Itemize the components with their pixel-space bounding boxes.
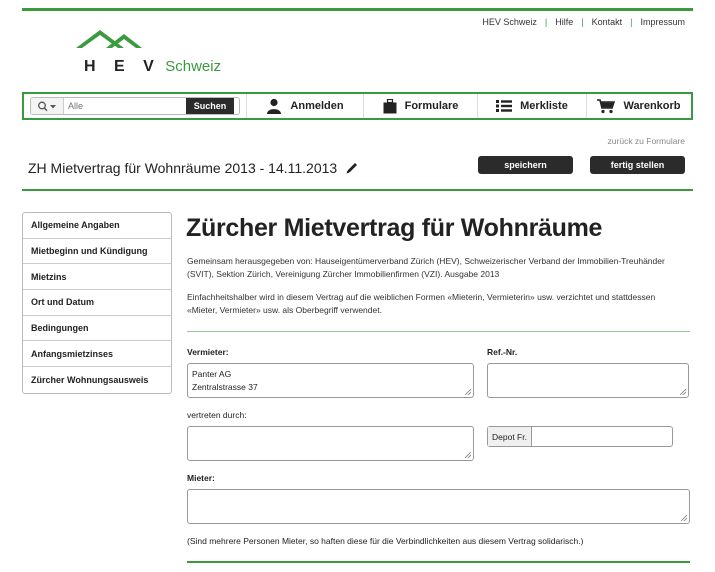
save-button[interactable]: speichern bbox=[478, 156, 573, 174]
document-title: ZH Mietvertrag für Wohnräume 2013 - 14.1… bbox=[28, 160, 359, 176]
briefcase-icon bbox=[383, 98, 397, 113]
finish-button[interactable]: fertig stellen bbox=[590, 156, 685, 174]
hev-logo[interactable]: H E V Schweiz bbox=[84, 58, 221, 76]
document-title-text: ZH Mietvertrag für Wohnräume 2013 - 14.1… bbox=[28, 160, 338, 176]
sidebar-item-mietbeginn[interactable]: Mietbeginn und Kündigung bbox=[23, 239, 171, 265]
search-button[interactable]: Suchen bbox=[186, 98, 234, 114]
nav-merkliste-label: Merkliste bbox=[520, 100, 568, 112]
chevron-down-icon bbox=[50, 104, 56, 108]
footer-separator bbox=[187, 561, 690, 563]
main-navbar: Suchen Anmelden Formulare Merkliste Ware… bbox=[22, 92, 693, 120]
back-to-forms-link[interactable]: zurück zu Formulare bbox=[608, 136, 685, 146]
search-scope-dropdown[interactable] bbox=[31, 98, 64, 114]
vertreten-label: vertreten durch: bbox=[187, 410, 247, 420]
nav-anmelden[interactable]: Anmelden bbox=[246, 94, 363, 118]
vertreten-field[interactable] bbox=[187, 426, 474, 461]
sidebar-item-allgemeine-angaben[interactable]: Allgemeine Angaben bbox=[23, 213, 171, 239]
intro-gender-note: Einfachheitshalber wird in diesem Vertra… bbox=[187, 292, 656, 315]
page-title: Zürcher Mietvertrag für Wohnräume bbox=[186, 214, 603, 242]
sidebar-item-anfangsmietzinses[interactable]: Anfangsmietzinses bbox=[23, 341, 171, 368]
link-hilfe[interactable]: Hilfe bbox=[555, 17, 573, 27]
solidarity-note: (Sind mehrere Personen Mieter, so haften… bbox=[187, 536, 584, 546]
list-icon bbox=[496, 100, 513, 112]
depot-field[interactable]: Depot Fr. bbox=[487, 426, 673, 447]
refnr-label: Ref.-Nr. bbox=[487, 347, 518, 357]
cart-icon bbox=[597, 98, 616, 113]
nav-warenkorb-label: Warenkorb bbox=[623, 100, 681, 112]
vermieter-field[interactable]: Panter AG Zentralstrasse 37 bbox=[187, 363, 474, 398]
sidebar-item-wohnungsausweis[interactable]: Zürcher Wohnungsausweis bbox=[23, 367, 171, 393]
sidebar-item-ort-datum[interactable]: Ort und Datum bbox=[23, 290, 171, 316]
nav-formulare-label: Formulare bbox=[404, 100, 459, 112]
mieter-label: Mieter: bbox=[187, 473, 215, 483]
link-hev-schweiz[interactable]: HEV Schweiz bbox=[482, 17, 537, 27]
nav-anmelden-label: Anmelden bbox=[290, 100, 344, 112]
logo-schweiz-text: Schweiz bbox=[165, 58, 222, 75]
sidebar-item-mietzins[interactable]: Mietzins bbox=[23, 264, 171, 291]
vermieter-line-2: Zentralstrasse 37 bbox=[192, 382, 258, 392]
vermieter-line-1: Panter AG bbox=[192, 369, 232, 379]
depot-prefix: Depot Fr. bbox=[488, 427, 532, 446]
header-separator bbox=[22, 189, 693, 191]
intro-publishers: Gemeinsam herausgegeben von: Hauseigentü… bbox=[187, 256, 665, 279]
link-kontakt[interactable]: Kontakt bbox=[592, 17, 623, 27]
nav-warenkorb[interactable]: Warenkorb bbox=[586, 94, 691, 118]
nav-merkliste[interactable]: Merkliste bbox=[477, 94, 586, 118]
header-top-line bbox=[22, 8, 693, 11]
search-input[interactable] bbox=[64, 100, 186, 112]
section-sidebar: Allgemeine Angaben Mietbeginn und Kündig… bbox=[22, 212, 172, 394]
logo-hev-text: H E V bbox=[84, 58, 161, 75]
search-icon bbox=[38, 101, 56, 111]
refnr-field[interactable] bbox=[487, 363, 689, 398]
mieter-field[interactable] bbox=[187, 489, 690, 524]
link-impressum[interactable]: Impressum bbox=[640, 17, 685, 27]
user-icon bbox=[267, 98, 282, 114]
search-box: Suchen bbox=[30, 97, 240, 115]
vermieter-label: Vermieter: bbox=[187, 347, 229, 357]
nav-formulare[interactable]: Formulare bbox=[363, 94, 477, 118]
pencil-icon[interactable] bbox=[345, 161, 359, 175]
header-links: HEV Schweiz | Hilfe | Kontakt | Impressum bbox=[482, 17, 685, 27]
section-divider bbox=[187, 331, 690, 332]
depot-input[interactable] bbox=[532, 427, 672, 446]
sidebar-item-bedingungen[interactable]: Bedingungen bbox=[23, 316, 171, 342]
